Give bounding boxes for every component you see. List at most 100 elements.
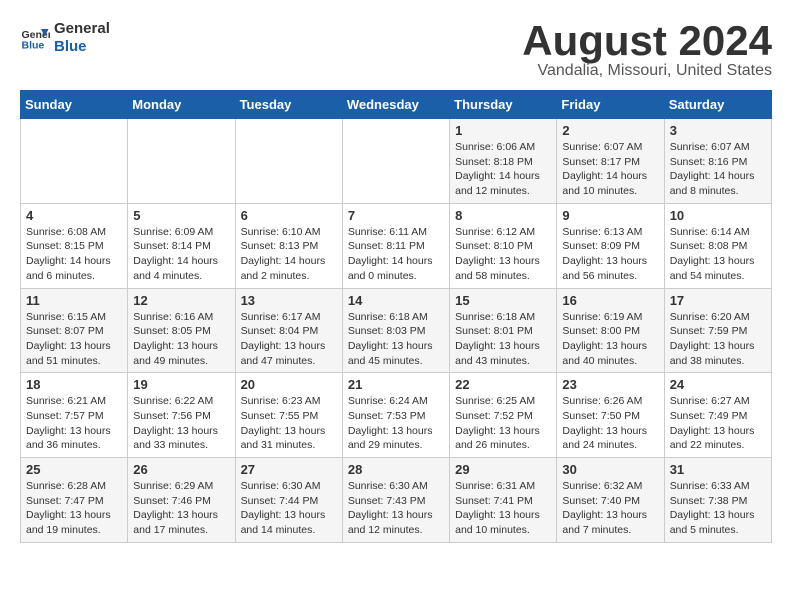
page-header: General Blue General Blue August 2024 Va… [20, 20, 772, 80]
calendar-cell: 2Sunrise: 6:07 AM Sunset: 8:17 PM Daylig… [557, 119, 664, 204]
calendar-week-1: 1 Sunrise: 6:06 AM Sunset: 8:18 PM Daylig… [21, 119, 772, 204]
day-content: Sunrise: 6:20 AM Sunset: 7:59 PM Dayligh… [670, 310, 766, 369]
weekday-header-row: SundayMondayTuesdayWednesdayThursdayFrid… [21, 91, 772, 119]
calendar-cell: 24Sunrise: 6:27 AM Sunset: 7:49 PM Dayli… [664, 373, 771, 458]
day-number: 3 [670, 123, 766, 138]
calendar-week-5: 25 Sunrise: 6:28 AM Sunset: 7:47 PM Dayli… [21, 458, 772, 543]
day-content: Sunrise: 6:30 AM Sunset: 7:44 PM Dayligh… [241, 479, 337, 538]
day-number: 6 [241, 208, 337, 223]
day-content: Sunrise: 6:21 AM Sunset: 7:57 PM Dayligh… [26, 394, 122, 453]
calendar-cell: 23 Sunrise: 6:26 AM Sunset: 7:50 PM Dayli… [557, 373, 664, 458]
calendar-cell: 9Sunrise: 6:13 AM Sunset: 8:09 PM Daylig… [557, 203, 664, 288]
day-number: 23 [562, 377, 658, 392]
day-number: 5 [133, 208, 229, 223]
day-number: 18 [26, 377, 122, 392]
calendar-table: SundayMondayTuesdayWednesdayThursdayFrid… [20, 90, 772, 543]
day-number: 28 [348, 462, 444, 477]
calendar-cell: 11Sunrise: 6:15 AM Sunset: 8:07 PM Dayli… [21, 288, 128, 373]
calendar-cell [342, 119, 449, 204]
day-content: Sunrise: 6:26 AM Sunset: 7:50 PM Dayligh… [562, 394, 658, 453]
day-number: 30 [562, 462, 658, 477]
day-number: 29 [455, 462, 551, 477]
day-number: 27 [241, 462, 337, 477]
calendar-cell: 7 Sunrise: 6:11 AM Sunset: 8:11 PM Daylig… [342, 203, 449, 288]
day-content: Sunrise: 6:30 AM Sunset: 7:43 PM Dayligh… [348, 479, 444, 538]
day-number: 31 [670, 462, 766, 477]
calendar-week-3: 11Sunrise: 6:15 AM Sunset: 8:07 PM Dayli… [21, 288, 772, 373]
calendar-cell: 5 Sunrise: 6:09 AM Sunset: 8:14 PM Daylig… [128, 203, 235, 288]
calendar-cell: 8 Sunrise: 6:12 AM Sunset: 8:10 PM Daylig… [450, 203, 557, 288]
logo-icon: General Blue [20, 23, 50, 53]
calendar-cell: 31 Sunrise: 6:33 AM Sunset: 7:38 PM Dayli… [664, 458, 771, 543]
day-content: Sunrise: 6:25 AM Sunset: 7:52 PM Dayligh… [455, 394, 551, 453]
calendar-cell: 1 Sunrise: 6:06 AM Sunset: 8:18 PM Daylig… [450, 119, 557, 204]
day-number: 16 [562, 293, 658, 308]
day-content: Sunrise: 6:14 AM Sunset: 8:08 PM Dayligh… [670, 225, 766, 284]
weekday-header-friday: Friday [557, 91, 664, 119]
day-number: 24 [670, 377, 766, 392]
day-content: Sunrise: 6:08 AM Sunset: 8:15 PM Dayligh… [26, 225, 122, 284]
day-number: 17 [670, 293, 766, 308]
day-number: 25 [26, 462, 122, 477]
calendar-cell [128, 119, 235, 204]
calendar-cell: 16 Sunrise: 6:19 AM Sunset: 8:00 PM Dayli… [557, 288, 664, 373]
day-content: Sunrise: 6:07 AM Sunset: 8:17 PM Dayligh… [562, 140, 658, 199]
location-title: Vandalia, Missouri, United States [522, 62, 772, 80]
calendar-cell: 26Sunrise: 6:29 AM Sunset: 7:46 PM Dayli… [128, 458, 235, 543]
calendar-cell: 10 Sunrise: 6:14 AM Sunset: 8:08 PM Dayli… [664, 203, 771, 288]
day-content: Sunrise: 6:11 AM Sunset: 8:11 PM Dayligh… [348, 225, 444, 284]
logo-blue: Blue [54, 38, 110, 56]
day-content: Sunrise: 6:23 AM Sunset: 7:55 PM Dayligh… [241, 394, 337, 453]
calendar-cell: 21 Sunrise: 6:24 AM Sunset: 7:53 PM Dayli… [342, 373, 449, 458]
weekday-header-thursday: Thursday [450, 91, 557, 119]
day-number: 14 [348, 293, 444, 308]
day-content: Sunrise: 6:09 AM Sunset: 8:14 PM Dayligh… [133, 225, 229, 284]
calendar-cell: 3 Sunrise: 6:07 AM Sunset: 8:16 PM Daylig… [664, 119, 771, 204]
day-content: Sunrise: 6:33 AM Sunset: 7:38 PM Dayligh… [670, 479, 766, 538]
calendar-cell: 30Sunrise: 6:32 AM Sunset: 7:40 PM Dayli… [557, 458, 664, 543]
day-content: Sunrise: 6:16 AM Sunset: 8:05 PM Dayligh… [133, 310, 229, 369]
logo-general: General [54, 20, 110, 38]
day-number: 10 [670, 208, 766, 223]
day-content: Sunrise: 6:31 AM Sunset: 7:41 PM Dayligh… [455, 479, 551, 538]
day-content: Sunrise: 6:28 AM Sunset: 7:47 PM Dayligh… [26, 479, 122, 538]
day-number: 8 [455, 208, 551, 223]
day-number: 1 [455, 123, 551, 138]
day-number: 15 [455, 293, 551, 308]
calendar-cell: 12 Sunrise: 6:16 AM Sunset: 8:05 PM Dayli… [128, 288, 235, 373]
calendar-cell: 13Sunrise: 6:17 AM Sunset: 8:04 PM Dayli… [235, 288, 342, 373]
calendar-cell: 15Sunrise: 6:18 AM Sunset: 8:01 PM Dayli… [450, 288, 557, 373]
day-content: Sunrise: 6:12 AM Sunset: 8:10 PM Dayligh… [455, 225, 551, 284]
day-number: 21 [348, 377, 444, 392]
calendar-cell: 19 Sunrise: 6:22 AM Sunset: 7:56 PM Dayli… [128, 373, 235, 458]
day-content: Sunrise: 6:13 AM Sunset: 8:09 PM Dayligh… [562, 225, 658, 284]
day-content: Sunrise: 6:24 AM Sunset: 7:53 PM Dayligh… [348, 394, 444, 453]
calendar-cell: 20 Sunrise: 6:23 AM Sunset: 7:55 PM Dayli… [235, 373, 342, 458]
calendar-cell: 29 Sunrise: 6:31 AM Sunset: 7:41 PM Dayli… [450, 458, 557, 543]
calendar-cell: 22Sunrise: 6:25 AM Sunset: 7:52 PM Dayli… [450, 373, 557, 458]
calendar-cell: 4Sunrise: 6:08 AM Sunset: 8:15 PM Daylig… [21, 203, 128, 288]
day-number: 12 [133, 293, 229, 308]
weekday-header-tuesday: Tuesday [235, 91, 342, 119]
calendar-week-4: 18 Sunrise: 6:21 AM Sunset: 7:57 PM Dayli… [21, 373, 772, 458]
day-number: 26 [133, 462, 229, 477]
calendar-week-2: 4Sunrise: 6:08 AM Sunset: 8:15 PM Daylig… [21, 203, 772, 288]
day-content: Sunrise: 6:18 AM Sunset: 8:03 PM Dayligh… [348, 310, 444, 369]
day-number: 7 [348, 208, 444, 223]
calendar-cell: 6Sunrise: 6:10 AM Sunset: 8:13 PM Daylig… [235, 203, 342, 288]
day-content: Sunrise: 6:19 AM Sunset: 8:00 PM Dayligh… [562, 310, 658, 369]
title-block: August 2024 Vandalia, Missouri, United S… [522, 20, 772, 80]
day-content: Sunrise: 6:22 AM Sunset: 7:56 PM Dayligh… [133, 394, 229, 453]
calendar-cell [235, 119, 342, 204]
day-content: Sunrise: 6:07 AM Sunset: 8:16 PM Dayligh… [670, 140, 766, 199]
svg-text:Blue: Blue [22, 40, 45, 52]
day-content: Sunrise: 6:17 AM Sunset: 8:04 PM Dayligh… [241, 310, 337, 369]
weekday-header-sunday: Sunday [21, 91, 128, 119]
day-number: 20 [241, 377, 337, 392]
calendar-cell: 14 Sunrise: 6:18 AM Sunset: 8:03 PM Dayli… [342, 288, 449, 373]
day-content: Sunrise: 6:06 AM Sunset: 8:18 PM Dayligh… [455, 140, 551, 199]
calendar-cell: 28 Sunrise: 6:30 AM Sunset: 7:43 PM Dayli… [342, 458, 449, 543]
day-number: 19 [133, 377, 229, 392]
day-number: 11 [26, 293, 122, 308]
weekday-header-wednesday: Wednesday [342, 91, 449, 119]
